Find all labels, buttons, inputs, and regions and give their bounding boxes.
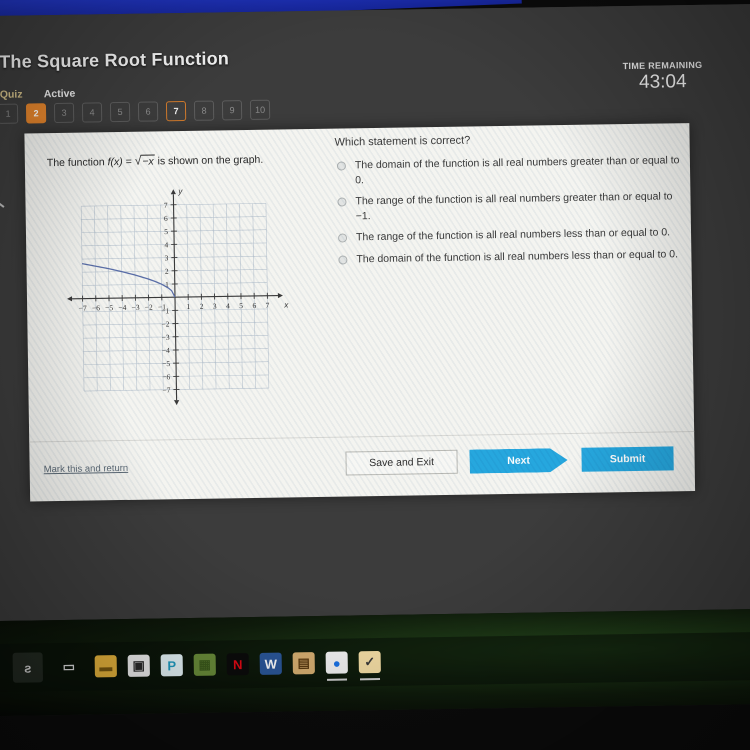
- notes-app-icon[interactable]: ▤: [292, 652, 315, 675]
- svg-text:−5: −5: [162, 359, 170, 368]
- page-title: The Square Root Function: [0, 48, 230, 72]
- monitor-screen: The Square Root Function Quiz Active 123…: [0, 3, 750, 717]
- answer-option-label: The range of the function is all real nu…: [355, 226, 671, 244]
- submit-button[interactable]: Submit: [581, 446, 674, 472]
- answer-option-label: The domain of the function is all real n…: [354, 154, 680, 186]
- answer-option-1[interactable]: The domain of the function is all real n…: [336, 153, 682, 187]
- netflix-icon[interactable]: N: [226, 653, 249, 676]
- radio-button-1[interactable]: [336, 161, 347, 171]
- task-view-icon[interactable]: ▭: [54, 652, 84, 682]
- question-number-3[interactable]: 3: [53, 102, 75, 124]
- microphone-icon[interactable]: ƨ: [12, 652, 44, 683]
- answer-option-label: The range of the function is all real nu…: [355, 190, 673, 222]
- answer-options[interactable]: The domain of the function is all real n…: [336, 153, 684, 273]
- answer-option-3[interactable]: The range of the function is all real nu…: [338, 225, 683, 245]
- file-explorer-icon[interactable]: ▬: [94, 655, 117, 678]
- answer-option-4[interactable]: The domain of the function is all real n…: [338, 247, 683, 267]
- svg-text:3: 3: [165, 253, 169, 262]
- radio-button-4[interactable]: [338, 254, 348, 265]
- svg-text:4: 4: [164, 240, 168, 249]
- time-remaining-label: TIME REMAINING: [622, 59, 703, 72]
- graph-axes: [67, 189, 283, 406]
- stem-function: f(x): [107, 155, 123, 169]
- svg-text:−7: −7: [162, 385, 170, 394]
- checkmark-app-icon[interactable]: ✓: [358, 650, 381, 674]
- svg-text:2: 2: [200, 302, 204, 311]
- stem-suffix: is shown on the graph.: [154, 153, 264, 168]
- question-number-10[interactable]: 10: [249, 99, 271, 120]
- svg-text:−6: −6: [162, 372, 170, 381]
- monitor-photo: The Square Root Function Quiz Active 123…: [0, 0, 750, 750]
- x-axis-label: x: [283, 300, 289, 309]
- function-graph: −7 −6 −5 −4 −3 −2 −1 1 2 3 4 5 6 7−7−6−5−4−3−2−112345…: [67, 187, 289, 406]
- question-number-nav[interactable]: 1 2 3 4 5 6 7 8 9 10: [0, 99, 271, 124]
- svg-text:−4: −4: [118, 303, 126, 312]
- svg-text:3: 3: [213, 302, 217, 311]
- answer-option-label: The domain of the function is all real n…: [356, 247, 679, 265]
- svg-text:1: 1: [186, 302, 190, 311]
- radicand: −x: [141, 154, 155, 168]
- question-number-4[interactable]: 4: [81, 102, 103, 123]
- quiz-status-label: Active: [43, 87, 76, 101]
- question-number-9[interactable]: 9: [221, 100, 243, 121]
- question-stem: The function f(x) = √−x is shown on the …: [47, 152, 264, 169]
- word-icon[interactable]: W: [259, 652, 282, 675]
- question-number-8[interactable]: 8: [193, 100, 215, 121]
- quiz-header: The Square Root Function Quiz Active 123…: [0, 4, 750, 134]
- chrome-icon[interactable]: ●: [325, 651, 348, 674]
- svg-text:−6: −6: [92, 303, 100, 312]
- minecraft-icon[interactable]: ▦: [193, 653, 216, 676]
- paint-app-icon[interactable]: P: [160, 654, 183, 677]
- svg-text:−1: −1: [161, 306, 169, 315]
- sqrt-expression: √−x: [135, 154, 155, 168]
- microsoft-store-icon[interactable]: ▣: [127, 654, 150, 677]
- stem-prefix: The function: [46, 156, 108, 170]
- svg-text:−5: −5: [105, 303, 113, 312]
- svg-text:4: 4: [226, 301, 230, 310]
- stem-equals: =: [122, 155, 135, 168]
- question-number-2[interactable]: 2: [25, 103, 47, 124]
- svg-text:−2: −2: [161, 319, 169, 328]
- question-number-7[interactable]: 7: [165, 100, 187, 122]
- svg-text:−4: −4: [162, 346, 170, 355]
- save-and-exit-button[interactable]: Save and Exit: [345, 449, 458, 476]
- svg-text:2: 2: [165, 267, 169, 276]
- svg-text:−7: −7: [79, 304, 87, 313]
- svg-text:−2: −2: [145, 303, 153, 312]
- time-remaining-value: 43:04: [638, 71, 687, 93]
- svg-text:−3: −3: [162, 333, 170, 342]
- question-footer: Mark this and return Save and Exit Next …: [29, 431, 696, 502]
- svg-text:7: 7: [164, 201, 168, 210]
- svg-text:−3: −3: [131, 303, 139, 312]
- svg-text:6: 6: [164, 214, 168, 223]
- radio-button-3[interactable]: [338, 233, 348, 243]
- mark-this-and-return-link[interactable]: Mark this and return: [44, 463, 129, 475]
- time-remaining: TIME REMAINING 43:04: [623, 60, 703, 94]
- radio-button-2[interactable]: [337, 197, 347, 207]
- svg-text:7: 7: [266, 301, 270, 310]
- next-button[interactable]: Next: [469, 448, 567, 474]
- svg-text:5: 5: [164, 227, 168, 236]
- answer-option-2[interactable]: The range of the function is all real nu…: [337, 189, 682, 223]
- question-prompt: Which statement is correct?: [334, 134, 471, 149]
- quiz-label: Quiz: [0, 88, 23, 101]
- svg-text:5: 5: [239, 301, 243, 310]
- y-axis-label: y: [177, 187, 183, 196]
- quiz-site-background: The Square Root Function Quiz Active 123…: [0, 3, 750, 622]
- question-number-6[interactable]: 6: [137, 101, 159, 122]
- question-number-1[interactable]: 1: [0, 103, 19, 124]
- svg-text:6: 6: [252, 301, 256, 310]
- question-card: The function f(x) = √−x is shown on the …: [24, 123, 696, 502]
- scroll-hint-icon: [0, 197, 5, 208]
- question-number-5[interactable]: 5: [109, 101, 131, 123]
